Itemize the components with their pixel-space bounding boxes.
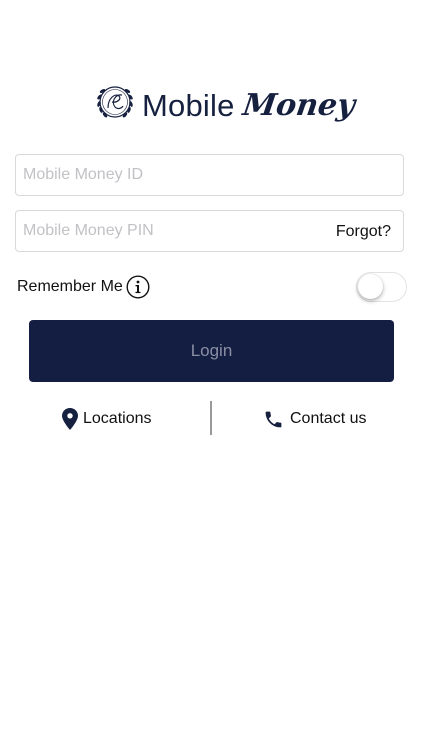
info-icon[interactable] — [126, 275, 150, 299]
remember-me-label: Remember Me — [17, 278, 123, 295]
remember-me-toggle[interactable] — [356, 272, 407, 302]
brand-wordmark: Mobile — [142, 88, 235, 123]
footer-links: Locations Contact us — [0, 400, 422, 436]
login-button[interactable]: Login — [29, 320, 394, 382]
laurel-seal-icon — [97, 86, 133, 118]
mobile-money-pin-input[interactable] — [23, 211, 323, 251]
brand-logo: Mobile Money — [93, 80, 357, 132]
id-field-container — [15, 154, 404, 196]
login-screen: Mobile Money Forgot? Remember Me Login L… — [0, 0, 422, 750]
pin-field-container: Forgot? — [15, 210, 404, 252]
contact-us-label: Contact us — [290, 410, 367, 427]
locations-label: Locations — [83, 410, 152, 427]
toggle-knob — [358, 274, 383, 299]
contact-us-link[interactable]: Contact us — [263, 408, 366, 430]
mobile-money-id-input[interactable] — [23, 155, 323, 195]
map-pin-icon — [62, 408, 78, 430]
locations-link[interactable]: Locations — [62, 408, 152, 430]
phone-icon — [265, 411, 282, 427]
brand-script: Money — [240, 88, 358, 123]
forgot-link[interactable]: Forgot? — [336, 222, 391, 242]
remember-me-row: Remember Me — [17, 272, 407, 302]
links-divider — [210, 401, 212, 435]
